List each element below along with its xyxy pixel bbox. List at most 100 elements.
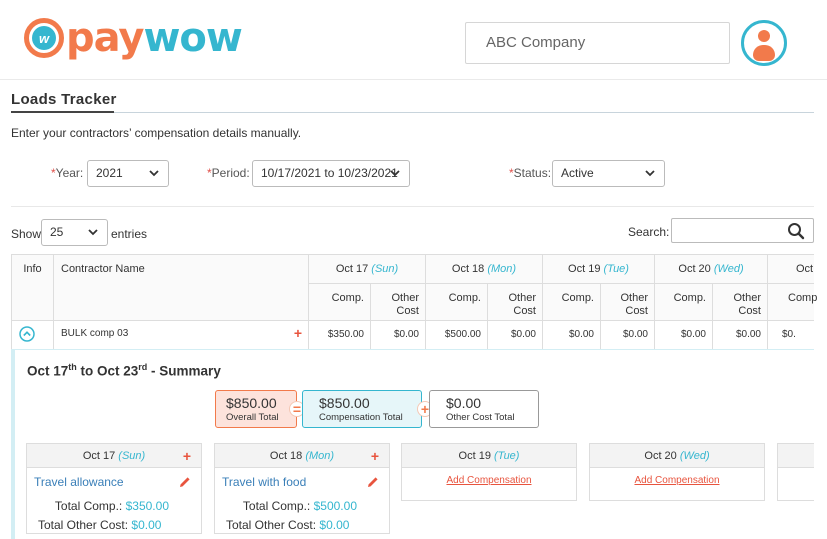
other-cost-value: $0.00 [371,321,426,350]
filter-divider [11,206,814,207]
day-date: Oct [796,263,814,275]
day-card-date: Oct 19 [458,450,491,462]
day-card-dow: (Mon) [305,450,335,462]
edit-pencil-icon[interactable] [367,476,379,488]
compensation-item-link[interactable]: Travel allowance [34,475,124,489]
comp-subheader: Comp. [426,284,488,321]
day-header: Oct [768,255,814,284]
edit-pencil-icon[interactable] [179,476,191,488]
year-label-text: Year: [55,166,84,180]
day-card-dow: (Wed) [679,450,710,462]
chevron-down-icon [149,170,159,177]
other-cost-line1: Other [508,292,536,304]
other-cost-line2: Cost [513,305,536,317]
comp-value: $0. [768,321,814,350]
overall-total-label: Overall Total [226,412,279,423]
total-other-value: $0.00 [319,518,350,532]
plus-icon[interactable]: + [183,444,191,468]
other-cost-line1: Other [391,292,419,304]
total-other-label: Total Other Cost: [38,518,129,532]
search-input[interactable] [671,218,814,243]
other-cost-subheader: Other Cost [601,284,655,321]
day-card-header: Oct 18 (Mon) + [215,444,389,468]
plus-icon[interactable]: + [371,444,379,468]
day-of-week: (Wed) [713,263,744,275]
day-header: Oct 20 (Wed) [655,255,768,284]
overall-total-box: $850.00 Overall Total [215,390,297,428]
title-divider [11,112,814,113]
chevron-down-icon [390,170,400,177]
other-cost-line2: Cost [625,305,648,317]
comp-subheader: Comp [768,284,817,321]
day-of-week: (Mon) [487,263,517,275]
day-card-dow: (Sun) [118,450,146,462]
other-cost-subheader: Other Cost [713,284,768,321]
total-comp-label: Total Comp.: [242,499,311,513]
search-label: Search: [628,225,670,239]
search-icon[interactable] [787,222,805,240]
expand-cell [11,321,54,350]
add-compensation-link[interactable]: Add Compensation [402,475,576,486]
status-value: Active [561,166,594,180]
show-label: Show [11,227,42,241]
plus-icon[interactable]: + [294,325,302,341]
day-card: Oct 20 (Wed) Add Compensation [589,443,765,501]
summary-title-suffix: - Summary [147,363,221,379]
comp-subheader: Comp. [309,284,371,321]
year-select[interactable]: 2021 [87,160,169,187]
day-card-date: Oct 20 [644,450,677,462]
user-avatar-icon[interactable] [741,20,787,66]
other-cost-subheader: Other Cost [371,284,426,321]
chevron-down-icon [645,170,655,177]
logo-mark-icon: w [24,18,64,58]
total-other-row: Total Other Cost: $0.00 [226,518,349,532]
contractor-name-header[interactable]: Contractor Name [54,255,309,321]
total-other-value: $0.00 [131,518,162,532]
day-card-date: Oct 17 [82,450,116,462]
compensation-item-link[interactable]: Travel with food [222,475,306,489]
day-header: Oct 18 (Mon) [426,255,543,284]
page-subtitle: Enter your contractors’ compensation det… [11,126,302,140]
total-comp-value: $350.00 [125,499,169,513]
period-value: 10/17/2021 to 10/23/2021 [261,166,398,180]
weekly-summary-panel: Oct 17th to Oct 23rd - Summary $850.00 O… [11,349,814,539]
logo-wordmark: paywow [66,15,243,61]
day-card-partial [777,443,814,501]
summary-title-to: to Oct 23 [76,363,139,379]
comp-value: $0.00 [655,321,713,350]
expand-collapse-icon[interactable] [19,326,35,342]
period-label: *Period: [207,166,250,180]
status-label: *Status: [509,166,551,180]
status-select[interactable]: Active [552,160,665,187]
other-cost-value: $0.00 [713,321,768,350]
day-date: Oct 18 [451,263,485,275]
add-compensation-link[interactable]: Add Compensation [590,475,764,486]
other-cost-line2: Cost [738,305,761,317]
period-select[interactable]: 10/17/2021 to 10/23/2021 [252,160,410,187]
comp-value: $0.00 [543,321,601,350]
company-selector[interactable]: ABC Company [465,22,730,64]
total-comp-row: Total Comp.: $500.00 [243,499,357,513]
other-cost-value: $0.00 [601,321,655,350]
logo-word-wow: wow [143,15,242,61]
day-card: Oct 18 (Mon) + Travel with food Total Com… [214,443,390,534]
summary-title-to-suffix: rd [138,362,148,372]
year-value: 2021 [96,166,123,180]
comp-subheader: Comp. [543,284,601,321]
day-header: Oct 17 (Sun) [309,255,426,284]
loads-table: Info Contractor Name Oct 17 (Sun) Oct 18… [11,254,817,350]
day-card-header: Oct 20 (Wed) [590,444,764,468]
day-card-header [778,444,814,468]
total-comp-label: Total Comp.: [54,499,123,513]
other-cost-total-label: Other Cost Total [446,412,515,423]
total-other-label: Total Other Cost: [226,518,317,532]
period-label-text: Period: [211,166,250,180]
overall-total-amount: $850.00 [226,395,277,411]
compensation-total-label: Compensation Total [319,412,403,423]
comp-subheader: Comp. [655,284,713,321]
day-date: Oct 19 [568,263,601,275]
info-header: Info [11,255,54,321]
paywow-logo[interactable]: w paywow [24,15,243,61]
title-underline [11,111,114,113]
entries-select[interactable]: 25 [41,219,108,246]
